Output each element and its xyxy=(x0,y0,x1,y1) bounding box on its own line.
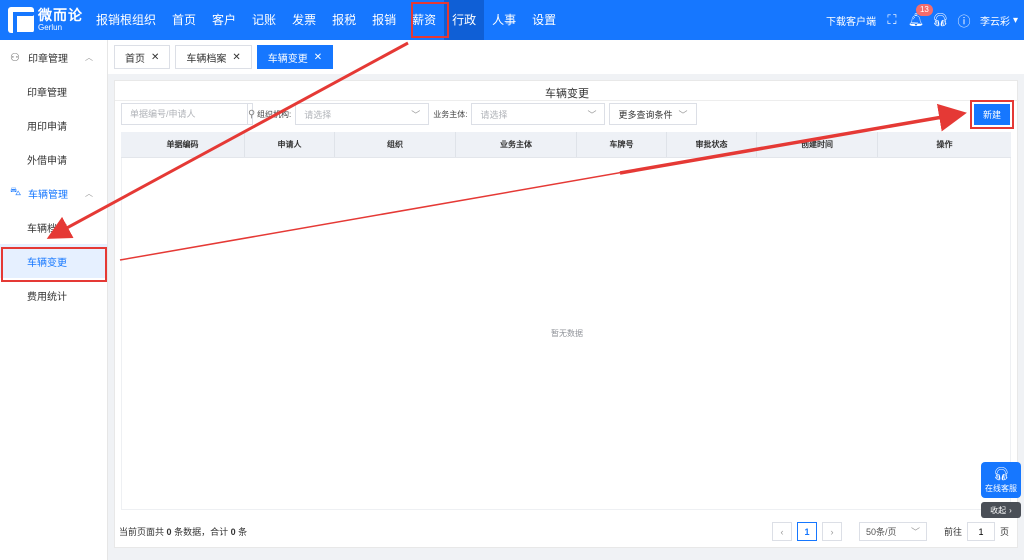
close-icon[interactable]: ✕ xyxy=(314,52,322,63)
nav-invoices[interactable]: 发票 xyxy=(284,0,324,40)
column-header[interactable]: 车牌号 xyxy=(577,132,667,157)
column-header[interactable]: 操作 xyxy=(878,132,1011,157)
user-name: 李云彩 xyxy=(979,16,1010,28)
main-panel: 车辆变更 ⚲ 组织机构: 请选择 ﹀ 业务主体: 请选择 ﹀ 更多查询条件 ﹀ … xyxy=(114,80,1019,548)
table-header: 单据编码 申请人 组织 业务主体 车牌号 审批状态 创建时间 操作 xyxy=(121,132,1011,158)
user-menu[interactable]: 李云彩 ▾ xyxy=(980,13,1018,28)
notification-badge: 13 xyxy=(915,4,933,16)
nav-admin[interactable]: 行政 xyxy=(444,0,485,40)
org-select[interactable]: 请选择 ﹀ xyxy=(295,103,430,125)
chevron-up-icon: ︿ xyxy=(85,188,93,198)
tab-vehicle-archive[interactable]: 车辆档案 ✕ xyxy=(175,45,252,69)
close-icon[interactable]: ✕ xyxy=(232,52,240,63)
sidebar-item-vehicle-archive[interactable]: 车辆档案 xyxy=(0,210,107,244)
fullscreen-icon[interactable]: ⛶ xyxy=(884,12,900,28)
headset-icon[interactable]: 🎧︎ xyxy=(932,12,949,28)
nav-bookkeeping[interactable]: 记账 xyxy=(244,0,284,40)
more-conditions-button[interactable]: 更多查询条件 ﹀ xyxy=(609,103,697,125)
chevron-down-icon: ﹀ xyxy=(910,527,920,537)
annotation-highlight-nav xyxy=(411,2,449,38)
tab-home[interactable]: 首页 ✕ xyxy=(114,45,171,69)
page-tabs: 首页 ✕ 车辆档案 ✕ 车辆变更 ✕ xyxy=(108,40,1024,74)
sidebar-group-label: 印章管理 xyxy=(28,53,68,65)
annotation-highlight-new: 新建 xyxy=(970,100,1014,129)
nav-hr[interactable]: 人事 xyxy=(484,0,524,40)
app-logo[interactable]: 微而论 Gerlun xyxy=(0,0,88,40)
headset-icon: 🎧︎ xyxy=(992,465,1010,481)
next-page-button[interactable]: › xyxy=(821,522,842,541)
column-header[interactable]: 审批状态 xyxy=(667,132,757,157)
page-unit-label: 页 xyxy=(999,527,1009,537)
page-number[interactable]: 1 xyxy=(796,522,817,541)
tab-vehicle-change[interactable]: 车辆变更 ✕ xyxy=(256,45,334,69)
top-right-tools: 下载客户端 ⛶ 🔔︎ 13 🎧︎ ⓘ 李云彩 ▾ xyxy=(826,0,1018,40)
sidebar-item-expense-stats[interactable]: 费用统计 xyxy=(0,278,107,312)
pagination: ‹ 1 › 50条/页 ﹀ 前往 页 xyxy=(771,522,1009,541)
column-header[interactable]: 申请人 xyxy=(245,132,335,157)
bell-icon[interactable]: 🔔︎ 13 xyxy=(908,4,933,28)
nav-settings[interactable]: 设置 xyxy=(524,0,564,40)
sidebar: ⚇ 印章管理 ︿ 印章管理 用印申请 外借申请 ⛍ 车辆管理 ︿ 车辆档案 车辆… xyxy=(0,40,108,560)
entity-label: 业务主体: xyxy=(433,109,468,119)
filter-bar: ⚲ 组织机构: 请选择 ﹀ 业务主体: 请选择 ﹀ 更多查询条件 ﹀ xyxy=(121,103,697,125)
collapse-button[interactable]: 收起 › xyxy=(981,502,1021,518)
top-navigation-bar: 微而论 Gerlun 报销根组织 首页 客户 记账 发票 报税 报销 薪资 行政… xyxy=(0,0,1024,40)
column-header[interactable]: 创建时间 xyxy=(757,132,878,157)
goto-label: 前往 xyxy=(943,527,962,537)
title-divider xyxy=(115,100,1019,101)
column-header[interactable]: 单据编码 xyxy=(121,132,245,157)
sidebar-item-seal-request[interactable]: 用印申请 xyxy=(0,108,107,142)
nav-org[interactable]: 报销根组织 xyxy=(88,0,164,40)
page-title: 车辆变更 xyxy=(545,88,589,100)
prev-page-button[interactable]: ‹ xyxy=(771,522,792,541)
record-summary: 当前页面共 0 条数据，合计 0 条 xyxy=(119,526,248,537)
nav-tax[interactable]: 报税 xyxy=(324,0,364,40)
nav-home[interactable]: 首页 xyxy=(164,0,204,40)
sidebar-item-loan-request[interactable]: 外借申请 xyxy=(0,142,107,176)
brand-name: 微而论 xyxy=(38,7,83,23)
annotation-highlight-sidebar xyxy=(1,247,107,282)
entity-select[interactable]: 请选择 ﹀ xyxy=(471,103,606,125)
sidebar-group-label: 车辆管理 xyxy=(28,189,68,201)
chevron-up-icon: ︿ xyxy=(85,52,93,62)
chevron-down-icon: ﹀ xyxy=(411,109,421,120)
sidebar-item-seal-management[interactable]: 印章管理 xyxy=(0,74,107,108)
chevron-right-icon: › xyxy=(1009,505,1012,515)
page-size-select[interactable]: 50条/页 ﹀ xyxy=(858,522,927,541)
sidebar-group-vehicle[interactable]: ⛍ 车辆管理 ︿ xyxy=(0,176,107,210)
brand-name-en: Gerlun xyxy=(38,23,63,32)
column-header[interactable]: 业务主体 xyxy=(456,132,577,157)
logo-mark-icon xyxy=(8,7,37,36)
search-input[interactable] xyxy=(122,104,247,124)
chevron-down-icon: ﹀ xyxy=(587,109,597,120)
close-icon[interactable]: ✕ xyxy=(151,52,159,63)
org-label: 组织机构: xyxy=(257,109,292,119)
online-service-button[interactable]: 🎧︎ 在线客服 xyxy=(981,462,1021,498)
car-icon: ⛍ xyxy=(10,186,22,198)
nav-customers[interactable]: 客户 xyxy=(204,0,244,40)
new-button[interactable]: 新建 xyxy=(974,104,1010,125)
user-icon: ⚇ xyxy=(10,51,20,64)
search-box: ⚲ xyxy=(121,103,255,125)
sidebar-group-seal[interactable]: ⚇ 印章管理 ︿ xyxy=(0,40,107,74)
search-icon[interactable]: ⚲ xyxy=(247,104,255,124)
chevron-down-icon: ﹀ xyxy=(678,109,688,120)
download-client-link[interactable]: 下载客户端 xyxy=(826,13,876,28)
table-footer: 当前页面共 0 条数据，合计 0 条 ‹ 1 › 50条/页 ﹀ 前往 页 xyxy=(119,519,1015,543)
empty-state-text: 暂无数据 xyxy=(551,329,583,338)
caret-down-icon: ▾ xyxy=(1012,14,1018,26)
table-body: 暂无数据 xyxy=(121,158,1011,510)
help-icon[interactable]: ⓘ xyxy=(956,12,972,29)
goto-page-input[interactable] xyxy=(966,522,995,541)
main-nav: 报销根组织 首页 客户 记账 发票 报税 报销 薪资 行政 人事 设置 xyxy=(88,0,564,40)
nav-reimbursement[interactable]: 报销 xyxy=(364,0,404,40)
column-header[interactable]: 组织 xyxy=(335,132,456,157)
